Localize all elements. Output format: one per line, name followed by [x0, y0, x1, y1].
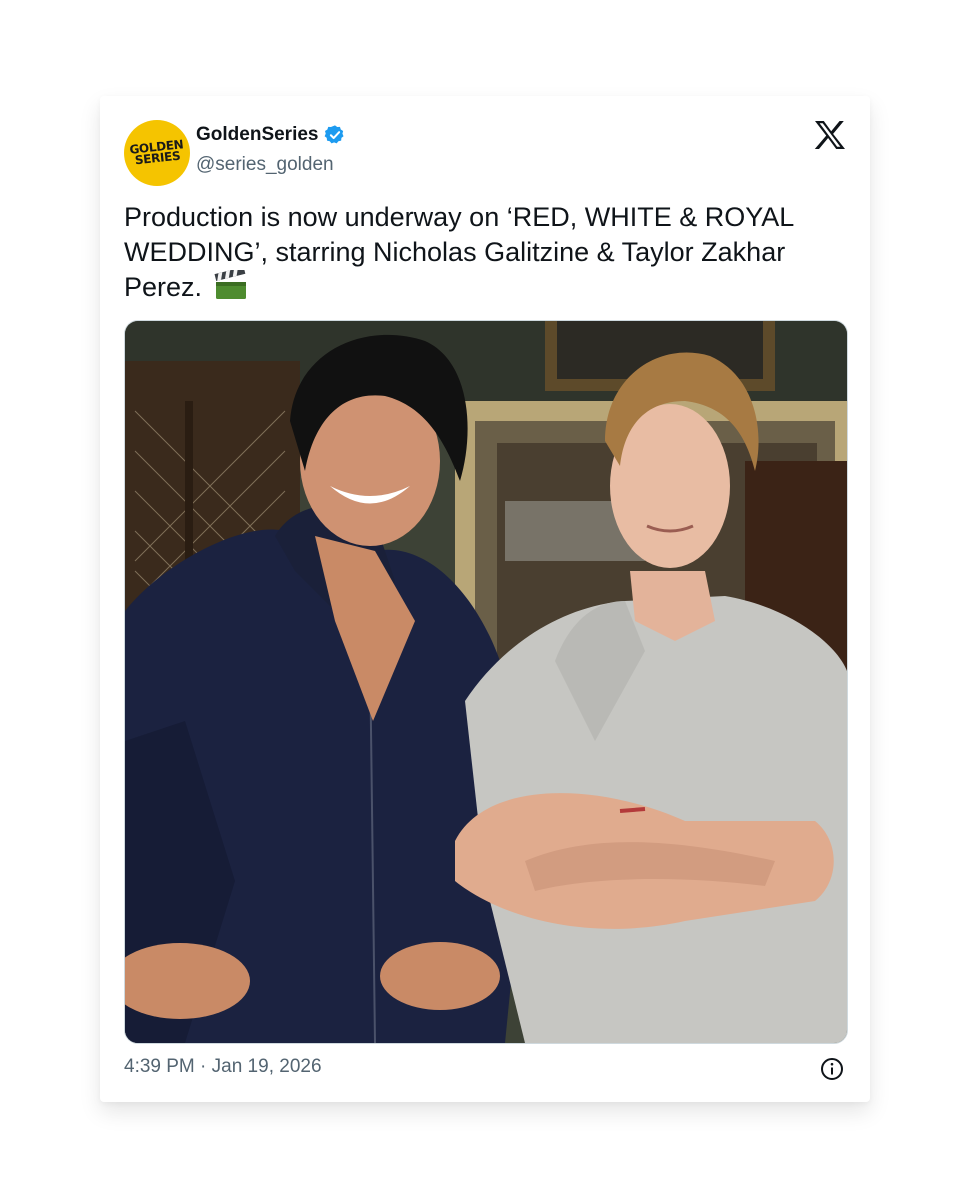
avatar-text-line-2: SERIES — [134, 148, 181, 168]
tweet-text: Production is now underway on ‘RED, WHIT… — [124, 200, 814, 305]
clapper-board-icon — [214, 270, 246, 299]
tweet-photo[interactable] — [124, 320, 848, 1044]
info-icon[interactable] — [820, 1057, 844, 1081]
tweet-timestamp[interactable]: 4:39 PM · Jan 19, 2026 — [124, 1056, 322, 1078]
author-name-row: GoldenSeries — [196, 124, 346, 146]
photo-image — [125, 321, 847, 1043]
verified-badge-icon — [324, 125, 344, 144]
tweet-card: GOLDEN SERIES GoldenSeries @series_golde… — [100, 96, 870, 1102]
x-logo-icon[interactable] — [814, 120, 846, 150]
avatar-logo-text: GOLDEN SERIES — [129, 137, 185, 168]
author-handle[interactable]: @series_golden — [196, 154, 334, 176]
display-name[interactable]: GoldenSeries — [196, 124, 319, 146]
avatar[interactable]: GOLDEN SERIES — [124, 120, 190, 186]
